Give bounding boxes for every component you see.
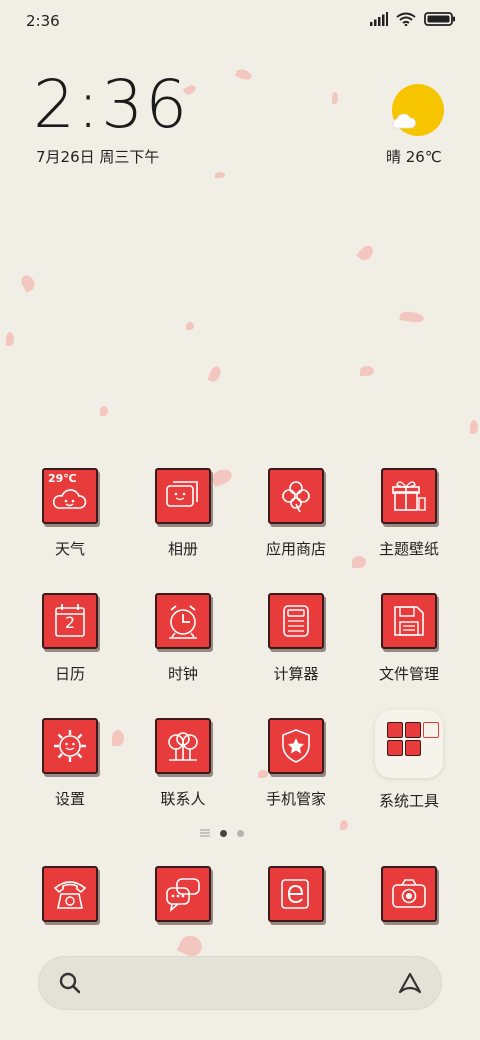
assistant-icon[interactable] <box>396 971 424 995</box>
shield-icon <box>268 718 324 774</box>
app-settings[interactable]: 设置 <box>20 718 120 809</box>
search-icon <box>59 972 81 994</box>
menu-lines-icon <box>200 829 210 837</box>
cloud-icon <box>392 113 416 129</box>
camera-icon <box>381 866 437 922</box>
app-label: 相册 <box>167 540 198 558</box>
app-contacts[interactable]: 联系人 <box>133 718 233 809</box>
wifi-icon <box>396 12 416 26</box>
app-label: 设置 <box>54 790 85 808</box>
clock-widget-date: 7月26日 周三下午 <box>36 148 160 166</box>
app-label: 文件管理 <box>378 665 439 683</box>
page-indicator[interactable] <box>200 829 244 837</box>
folder-system-tools[interactable]: 系统工具 <box>359 710 459 811</box>
app-label: 日历 <box>54 665 85 683</box>
chat-bubble-icon <box>155 866 211 922</box>
dock-camera[interactable] <box>359 866 459 922</box>
contacts-icon <box>155 718 211 774</box>
floppy-disk-icon <box>381 593 437 649</box>
app-label: 天气 <box>54 540 85 558</box>
battery-icon <box>424 12 455 26</box>
app-calendar[interactable]: 2 日历 <box>20 593 120 684</box>
browser-e-icon <box>268 866 324 922</box>
calendar-icon: 2 <box>42 593 98 649</box>
app-weather[interactable]: 29℃ 天气 <box>20 468 120 559</box>
app-label: 应用商店 <box>265 540 326 558</box>
app-themes[interactable]: 主题壁纸 <box>359 468 459 559</box>
app-label: 手机管家 <box>265 790 326 808</box>
telephone-icon <box>42 866 98 922</box>
app-store-clover-icon <box>268 468 324 524</box>
search-bar[interactable] <box>38 956 442 1010</box>
app-security[interactable]: 手机管家 <box>246 718 346 809</box>
app-app-store[interactable]: 应用商店 <box>246 468 346 559</box>
signal-icon <box>370 12 388 26</box>
weather-widget-text: 晴 26℃ <box>386 148 442 166</box>
dock-browser[interactable] <box>246 866 346 922</box>
page-dot <box>237 829 244 837</box>
clock-widget-time[interactable]: 2:36 <box>33 72 189 138</box>
app-file-manager[interactable]: 文件管理 <box>359 593 459 684</box>
status-icons <box>370 12 456 26</box>
dock-phone[interactable] <box>20 866 120 922</box>
calendar-day: 2 <box>64 613 76 632</box>
folder-icon <box>375 710 443 778</box>
calculator-icon <box>268 593 324 649</box>
weather-sun-icon[interactable] <box>392 84 444 136</box>
gallery-app-icon <box>155 468 211 524</box>
alarm-clock-icon <box>155 593 211 649</box>
app-clock[interactable]: 时钟 <box>133 593 233 684</box>
app-label: 主题壁纸 <box>378 540 439 558</box>
page-dot-active <box>220 829 227 837</box>
gear-icon <box>42 718 98 774</box>
app-label: 联系人 <box>160 790 206 808</box>
gift-icon <box>381 468 437 524</box>
app-gallery[interactable]: 相册 <box>133 468 233 559</box>
dock-messages[interactable] <box>133 866 233 922</box>
app-calculator[interactable]: 计算器 <box>246 593 346 684</box>
app-label: 系统工具 <box>378 792 439 810</box>
app-label: 时钟 <box>167 665 198 683</box>
weather-app-icon: 29℃ <box>42 468 98 524</box>
status-bar-time: 2:36 <box>26 12 60 30</box>
app-label: 计算器 <box>273 665 319 683</box>
